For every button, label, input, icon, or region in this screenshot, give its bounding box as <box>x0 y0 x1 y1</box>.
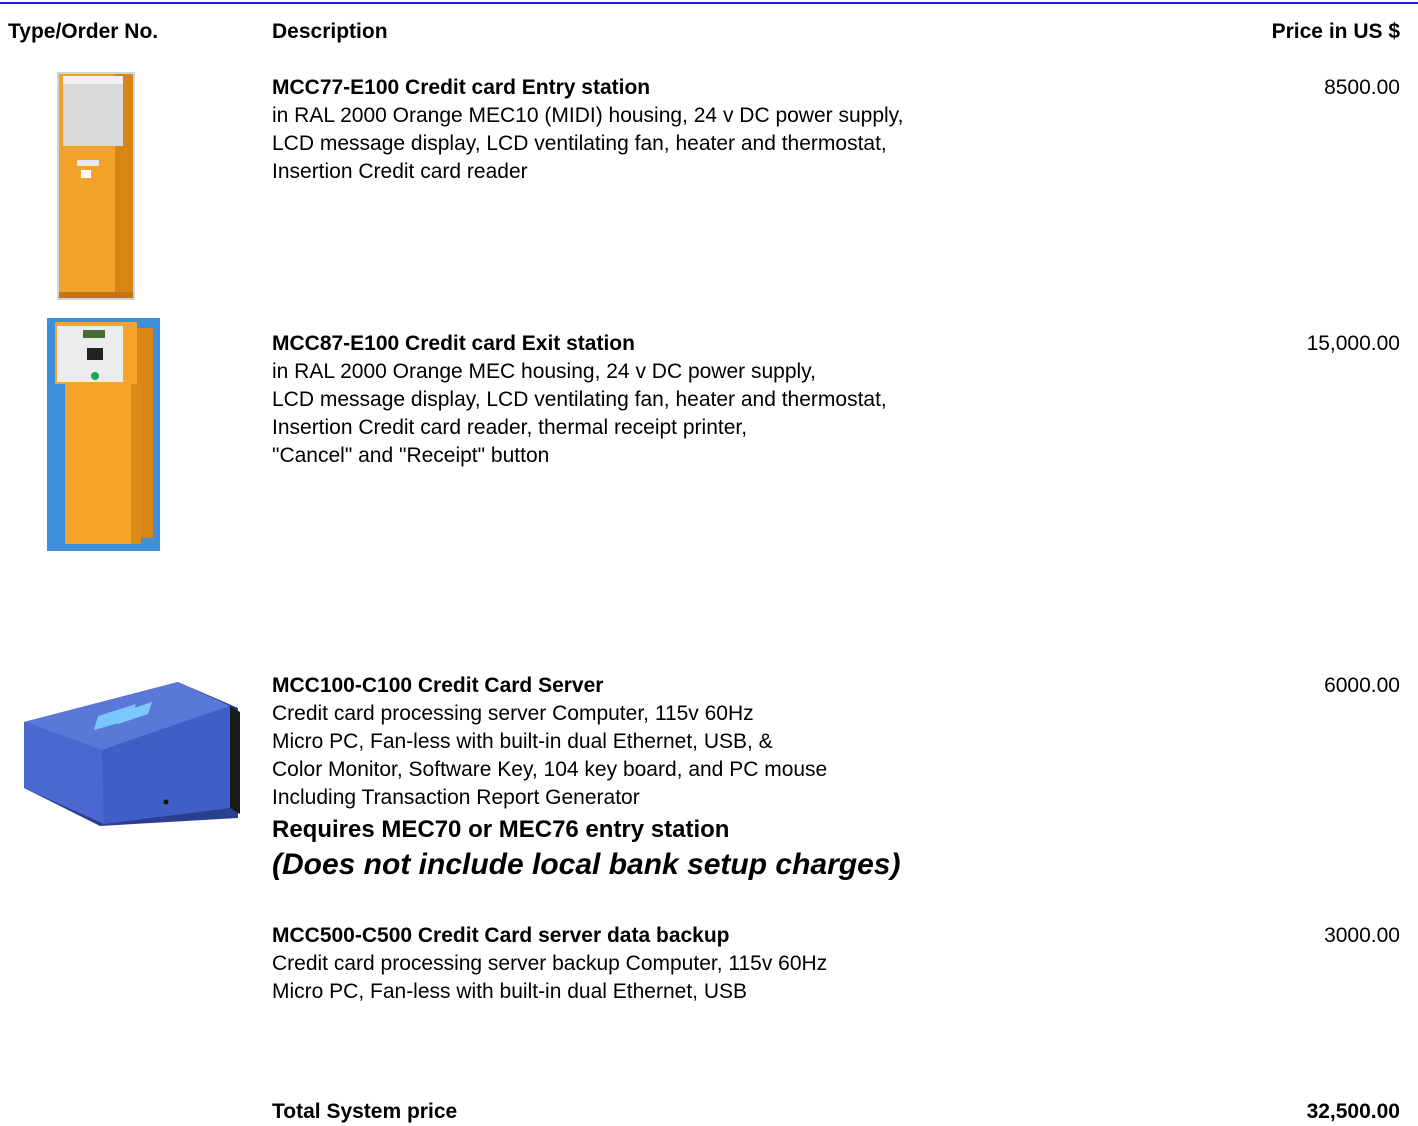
item-price: 8500.00 <box>1324 76 1400 99</box>
item-desc-line: Credit card processing server backup Com… <box>272 952 828 975</box>
item-desc-line: Including Transaction Report Generator <box>272 786 640 809</box>
item-desc-line: in RAL 2000 Orange MEC housing, 24 v DC … <box>272 360 816 383</box>
item-desc-line: in RAL 2000 Orange MEC10 (MIDI) housing,… <box>272 104 904 127</box>
item-desc-line: LCD message display, LCD ventilating fan… <box>272 132 887 155</box>
item-desc-line: Credit card processing server Computer, … <box>272 702 754 725</box>
item-price: 15,000.00 <box>1306 332 1400 355</box>
item-title: MCC500-C500 Credit Card server data back… <box>272 924 730 947</box>
item-desc-line: Micro PC, Fan-less with built-in dual Et… <box>272 730 773 753</box>
exit-station-photo <box>47 318 160 551</box>
item-mcc500-c500: MCC500-C500 Credit Card server data back… <box>272 922 1032 1006</box>
server-photo <box>24 682 240 826</box>
item-desc-line: Color Monitor, Software Key, 104 key boa… <box>272 758 828 781</box>
total-price: 32,500.00 <box>1306 1100 1400 1123</box>
item-exclusion-note: (Does not include local bank setup charg… <box>272 848 901 881</box>
item-title: MCC87-E100 Credit card Exit station <box>272 332 635 355</box>
item-desc-line: "Cancel" and "Receipt" button <box>272 444 550 467</box>
header-price: Price in US $ <box>1271 20 1400 43</box>
item-mcc77-e100: MCC77-E100 Credit card Entry station in … <box>272 74 1032 186</box>
item-title: MCC100-C100 Credit Card Server <box>272 674 604 697</box>
top-rule <box>0 2 1418 4</box>
item-mcc87-e100: MCC87-E100 Credit card Exit station in R… <box>272 330 1032 470</box>
entry-station-photo <box>57 72 135 300</box>
item-requirement-note: Requires MEC70 or MEC76 entry station <box>272 816 730 843</box>
item-title: MCC77-E100 Credit card Entry station <box>272 76 651 99</box>
item-desc-line: Insertion Credit card reader <box>272 160 528 183</box>
item-desc-line: Insertion Credit card reader, thermal re… <box>272 416 748 439</box>
total-label: Total System price <box>272 1100 458 1123</box>
item-desc-line: LCD message display, LCD ventilating fan… <box>272 388 887 411</box>
item-price: 6000.00 <box>1324 674 1400 697</box>
header-type-order-no: Type/Order No. <box>8 20 159 43</box>
item-desc-line: Micro PC, Fan-less with built-in dual Et… <box>272 980 748 1003</box>
header-description: Description <box>272 20 388 43</box>
item-mcc100-c100: MCC100-C100 Credit Card Server Credit ca… <box>272 672 1032 884</box>
item-price: 3000.00 <box>1324 924 1400 947</box>
